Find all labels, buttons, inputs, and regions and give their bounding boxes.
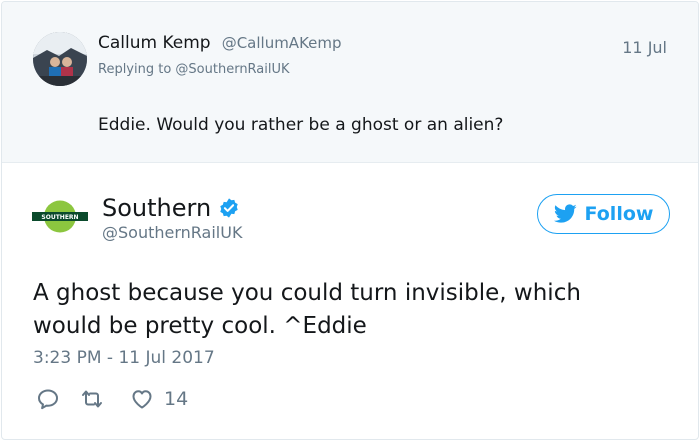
parent-tweet[interactable]: Callum Kemp @CallumAKemp 11 Jul Replying… — [2, 2, 698, 163]
main-tweet-text: A ghost because you could turn invisible… — [33, 280, 581, 339]
reply-icon — [38, 389, 58, 410]
twitter-bird-icon — [553, 204, 577, 223]
parent-author-name[interactable]: Callum Kemp — [98, 33, 211, 53]
parent-tweet-text: Eddie. Would you rather be a ghost or an… — [98, 115, 504, 135]
southern-logo-text: SOUTHERN — [41, 214, 78, 221]
parent-author-handle[interactable]: @CallumAKemp — [222, 34, 342, 52]
verified-badge-icon — [218, 197, 240, 219]
retweet-icon — [82, 390, 102, 408]
follow-label: Follow — [584, 203, 654, 225]
tweet-actions: 14 — [36, 387, 188, 411]
reply-button[interactable] — [36, 387, 60, 411]
tweet-embed: Callum Kemp @CallumAKemp 11 Jul Replying… — [1, 1, 699, 440]
southern-avatar[interactable]: SOUTHERN — [32, 195, 88, 238]
follow-button[interactable]: Follow — [537, 194, 670, 234]
like-button[interactable]: 14 — [130, 387, 188, 411]
main-author-handle[interactable]: @SouthernRailUK — [102, 223, 242, 242]
callum-avatar[interactable] — [33, 32, 87, 86]
main-author-name[interactable]: Southern — [102, 194, 211, 222]
like-count: 14 — [164, 388, 189, 410]
heart-icon — [132, 390, 152, 409]
replying-to-label: Replying to @SouthernRailUK — [98, 62, 290, 77]
retweet-button[interactable] — [80, 387, 104, 411]
parent-tweet-date[interactable]: 11 Jul — [622, 38, 667, 57]
tweet-timestamp[interactable]: 3:23 PM - 11 Jul 2017 — [33, 348, 215, 368]
